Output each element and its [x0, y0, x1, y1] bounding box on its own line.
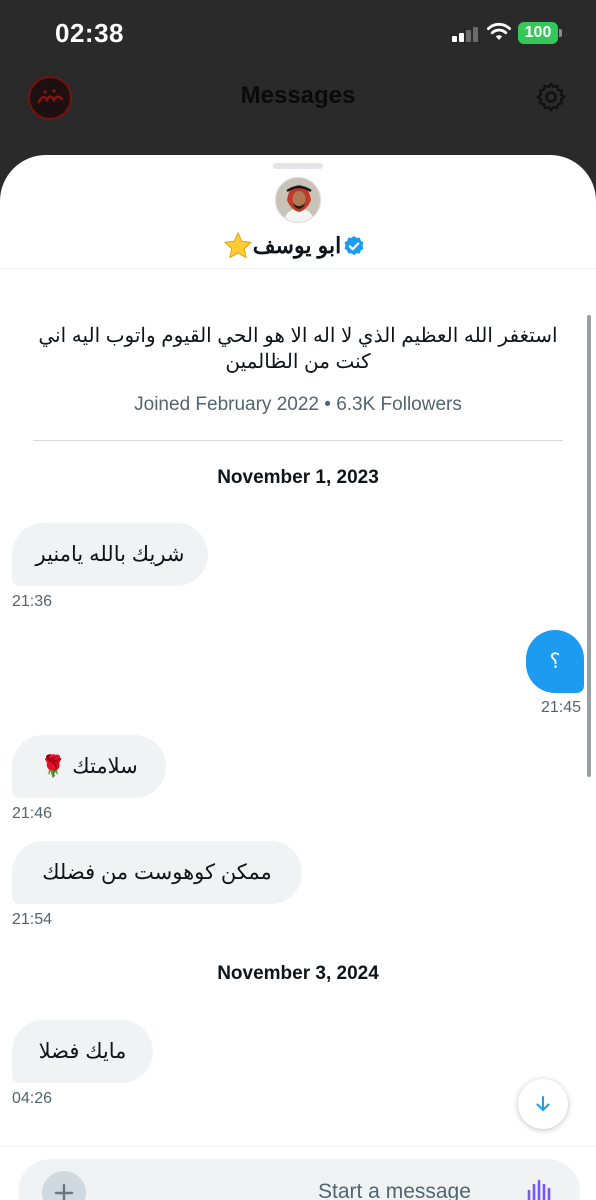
message-bubble-incoming[interactable]: مايك فضلا — [12, 1020, 153, 1083]
plus-icon — [54, 1183, 74, 1200]
message-timestamp: 21:46 — [12, 805, 53, 822]
message-timestamp: 04:26 — [12, 1090, 53, 1107]
profile-bio: استغفر الله العظيم الذي لا اله الا هو ال… — [38, 325, 558, 373]
wifi-icon — [487, 22, 511, 40]
battery-indicator: 100 — [518, 22, 558, 44]
star-emoji-icon — [223, 231, 252, 259]
verified-badge-icon — [344, 236, 364, 256]
date-separator: November 3, 2024 — [217, 963, 379, 984]
status-bar: 02:38 100 — [0, 0, 596, 68]
message-composer — [18, 1159, 580, 1200]
battery-tip — [559, 29, 562, 37]
message-timestamp: 21:45 — [541, 699, 582, 716]
arrow-down-icon — [536, 1096, 550, 1111]
gear-icon[interactable] — [534, 80, 568, 114]
profile-avatar[interactable] — [275, 177, 321, 223]
messages-header: Messages — [0, 68, 596, 128]
composer-divider — [0, 1146, 596, 1147]
scroll-to-bottom-button[interactable] — [518, 1079, 568, 1129]
scrollbar[interactable] — [587, 315, 591, 777]
message-bubble-outgoing[interactable]: ؟ — [526, 630, 584, 693]
add-media-button[interactable] — [42, 1171, 86, 1200]
message-bubble-incoming[interactable]: ممكن كوهوست من فضلك — [12, 841, 302, 904]
message-bubble-incoming[interactable]: شريك بالله يامنير — [12, 523, 208, 586]
profile-name-row: ابو يوسف — [0, 229, 596, 263]
status-time: 02:38 — [55, 18, 124, 48]
profile-meta: Joined February 2022 • 6.3K Followers — [134, 394, 462, 415]
message-bubble-incoming[interactable]: سلامتك 🌹 — [12, 735, 166, 798]
voice-waveform-icon[interactable] — [524, 1179, 554, 1200]
sheet-divider — [0, 268, 596, 269]
message-input[interactable] — [318, 1177, 518, 1200]
bio-divider — [33, 440, 563, 441]
signal-icon — [452, 26, 480, 42]
date-separator: November 1, 2023 — [217, 467, 379, 488]
sheet-grabber[interactable] — [273, 163, 323, 169]
message-timestamp: 21:54 — [12, 911, 53, 928]
conversation-sheet: ابو يوسف استغفر الله العظيم الذي لا اله … — [0, 155, 596, 1200]
profile-name[interactable]: ابو يوسف — [253, 233, 341, 259]
message-timestamp: 21:36 — [12, 593, 53, 610]
page-title: Messages — [240, 82, 356, 109]
